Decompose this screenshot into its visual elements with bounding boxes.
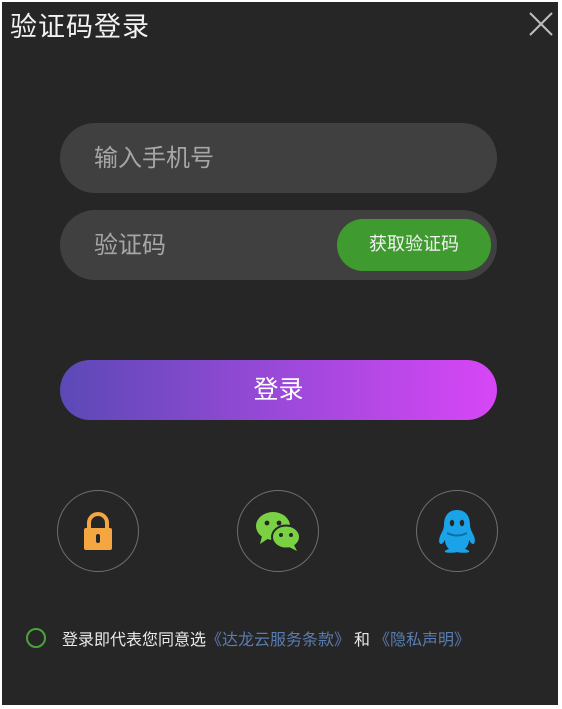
get-code-button[interactable]: 获取验证码 xyxy=(337,219,491,271)
code-input[interactable] xyxy=(94,210,324,280)
terms-link[interactable]: 《达龙云服务条款》 xyxy=(206,626,350,650)
dialog-title: 验证码登录 xyxy=(10,12,150,43)
login-button[interactable]: 登录 xyxy=(60,360,497,420)
phone-input[interactable] xyxy=(94,123,474,193)
agreement-row: 登录即代表您同意选 《达龙云服务条款》 和 《隐私声明》 xyxy=(26,626,470,650)
lock-icon xyxy=(84,512,112,550)
agreement-text: 登录即代表您同意选 xyxy=(62,630,207,649)
password-login-button[interactable] xyxy=(57,490,139,572)
qq-login-button[interactable] xyxy=(416,490,498,572)
privacy-link[interactable]: 《隐私声明》 xyxy=(374,626,470,650)
login-dialog: 验证码登录 获取验证码 登录 xyxy=(2,2,558,705)
phone-field xyxy=(60,123,497,193)
wechat-login-button[interactable] xyxy=(237,490,319,572)
qq-icon xyxy=(439,510,475,553)
wechat-icon xyxy=(256,512,301,551)
close-icon[interactable] xyxy=(527,10,555,38)
code-field: 获取验证码 xyxy=(60,210,497,280)
agree-radio[interactable] xyxy=(26,628,46,648)
agreement-and: 和 xyxy=(354,630,371,649)
